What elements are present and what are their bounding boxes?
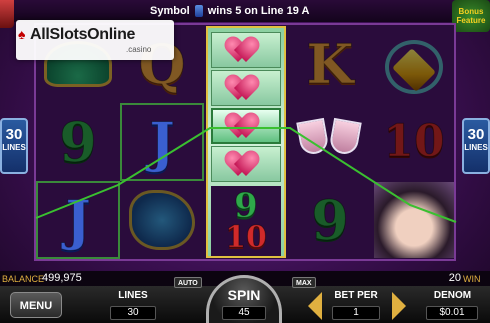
logo-suffix: .casino bbox=[126, 45, 152, 54]
glove-icon bbox=[129, 190, 195, 250]
reel-4: K 9 bbox=[288, 25, 372, 259]
heart-icon bbox=[229, 76, 263, 100]
bet-decrease-icon[interactable] bbox=[308, 292, 322, 320]
reel-5: 10 bbox=[372, 25, 456, 259]
reel-3-winning: 9 10 bbox=[206, 26, 286, 258]
glyph-9: 9 bbox=[59, 110, 98, 174]
reel-3-bottom: 9 10 bbox=[211, 186, 281, 256]
glyph-10: 10 bbox=[383, 116, 445, 167]
glyph-k: K bbox=[306, 32, 354, 96]
glyph-10: 10 bbox=[225, 220, 268, 255]
lines-number: 30 bbox=[467, 126, 485, 143]
lines-label: LINES bbox=[464, 143, 488, 152]
mask-icon bbox=[374, 182, 454, 258]
lines-indicator-right: 30 LINES bbox=[462, 118, 490, 174]
balance-value: 499,975 bbox=[42, 272, 82, 284]
bet-per-value: 1 bbox=[332, 306, 380, 320]
reel-symbol-crown bbox=[372, 25, 456, 103]
spin-bet-value: 45 bbox=[222, 306, 266, 320]
balance-label: BALANCE bbox=[2, 274, 45, 284]
lines-value[interactable]: 30 bbox=[110, 306, 156, 320]
menu-button[interactable]: MENU bbox=[10, 292, 62, 318]
glyph-9: 9 bbox=[234, 186, 259, 226]
champagne-glasses-icon bbox=[296, 114, 363, 170]
heart-icon bbox=[229, 38, 263, 62]
lines-number: 30 bbox=[5, 126, 23, 143]
win-message: Symbol wins 5 on Line 19 A bbox=[150, 3, 309, 19]
lines-label: LINES bbox=[2, 143, 26, 152]
win-message-suffix: wins 5 on Line 19 A bbox=[207, 5, 310, 17]
glyph-9: 9 bbox=[311, 188, 350, 252]
denom-label: DENOM bbox=[433, 290, 472, 301]
reel-symbol-mask bbox=[372, 181, 456, 259]
heart-icon bbox=[229, 114, 263, 138]
auto-button[interactable]: AUTO bbox=[174, 277, 202, 288]
lines-control-label: LINES bbox=[118, 290, 148, 301]
win-frame bbox=[120, 103, 204, 181]
reel-symbol-glasses bbox=[288, 103, 372, 181]
site-logo: ♠ AllSlotsOnline .casino bbox=[16, 20, 174, 60]
win-message-prefix: Symbol bbox=[150, 5, 190, 17]
bet-per-label: BET PER bbox=[334, 290, 378, 301]
bonus-feature-badge: Bonus Feature bbox=[452, 0, 490, 32]
heart-ring-symbol bbox=[211, 70, 281, 106]
logo-mark-icon: ♠ bbox=[18, 26, 26, 42]
reel-symbol-9: 9 bbox=[288, 181, 372, 259]
max-bet-button[interactable]: MAX bbox=[292, 277, 316, 288]
symbol-icon bbox=[194, 5, 203, 17]
heart-ring-symbol-highlighted bbox=[211, 108, 281, 144]
reel-symbol-10: 10 bbox=[372, 103, 456, 181]
win-frame bbox=[36, 181, 120, 259]
logo-brand: AllSlotsOnline bbox=[30, 26, 136, 43]
denom-value[interactable]: $0.01 bbox=[426, 306, 478, 320]
reel-symbol-9: 9 bbox=[36, 103, 120, 181]
reel-symbol-glove bbox=[120, 181, 204, 259]
bet-increase-icon[interactable] bbox=[392, 292, 406, 320]
reel-symbol-k: K bbox=[288, 25, 372, 103]
heart-ring-symbol bbox=[211, 146, 281, 182]
win-label: WIN bbox=[463, 274, 481, 284]
spin-label: SPIN bbox=[227, 287, 261, 303]
lines-indicator-left: 30 LINES bbox=[0, 118, 28, 174]
heart-icon bbox=[229, 152, 263, 176]
crown-diamond-icon bbox=[383, 34, 445, 94]
jackpot-badge bbox=[0, 0, 14, 28]
heart-ring-symbol bbox=[211, 32, 281, 68]
win-value: 20 bbox=[448, 272, 461, 284]
